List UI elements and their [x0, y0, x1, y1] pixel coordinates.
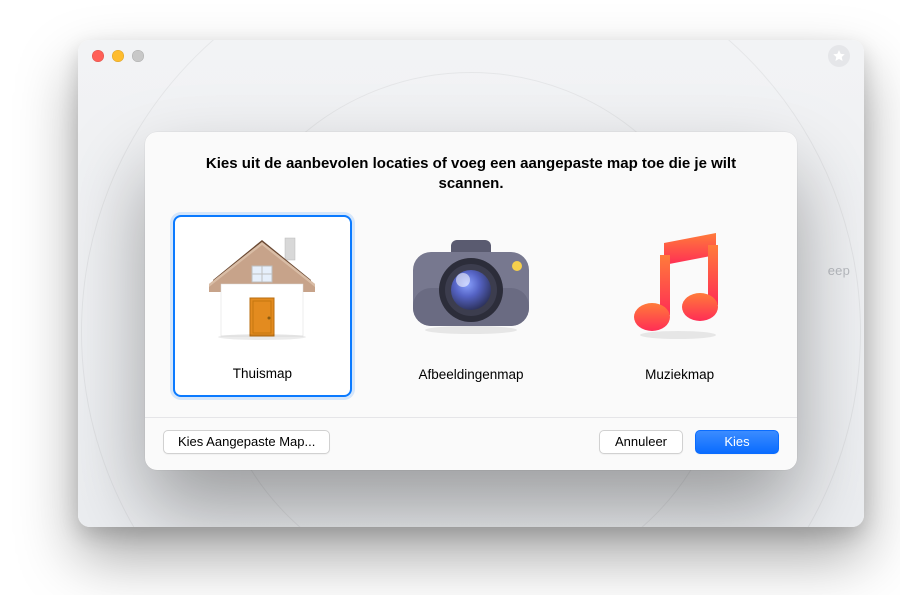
cancel-button[interactable]: Annuleer — [599, 430, 683, 454]
music-icon — [630, 231, 730, 341]
app-window: eep Kies uit de aanbevolen locaties of v… — [78, 40, 864, 527]
option-music-folder[interactable]: Muziekmap — [590, 215, 769, 397]
zoom-window-button[interactable] — [132, 50, 144, 62]
star-icon — [832, 49, 846, 63]
titlebar — [78, 40, 864, 72]
camera-icon — [407, 236, 535, 336]
house-icon — [203, 232, 321, 340]
option-music-label: Muziekmap — [645, 367, 714, 382]
favorites-badge[interactable] — [828, 45, 850, 67]
option-home-label: Thuismap — [233, 366, 292, 381]
sheet-button-bar: Kies Aangepaste Map... Annuleer Kies — [145, 418, 797, 470]
background-partial-label: eep — [828, 263, 850, 278]
choose-button[interactable]: Kies — [695, 430, 779, 454]
location-options: Thuismap — [145, 209, 797, 417]
choose-custom-folder-button[interactable]: Kies Aangepaste Map... — [163, 430, 330, 454]
option-home-folder[interactable]: Thuismap — [173, 215, 352, 397]
option-images-folder[interactable]: Afbeeldingenmap — [382, 215, 561, 397]
close-window-button[interactable] — [92, 50, 104, 62]
minimize-window-button[interactable] — [112, 50, 124, 62]
option-images-label: Afbeeldingenmap — [418, 367, 523, 382]
choose-location-sheet: Kies uit de aanbevolen locaties of voeg … — [145, 132, 797, 470]
sheet-title: Kies uit de aanbevolen locaties of voeg … — [145, 132, 797, 209]
